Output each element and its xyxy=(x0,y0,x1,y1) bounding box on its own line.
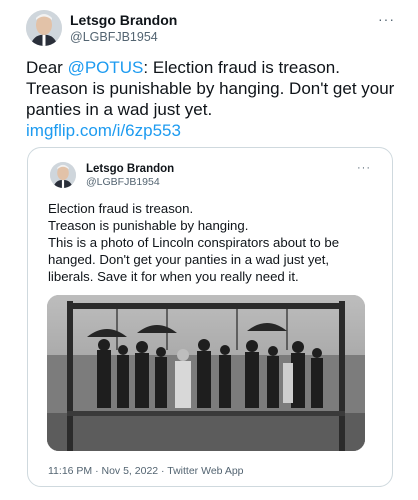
author-avatar[interactable] xyxy=(26,10,62,46)
tweet-link[interactable]: imgflip.com/i/6zp553 xyxy=(26,120,181,141)
quote-photo[interactable] xyxy=(47,295,365,451)
more-dots-icon[interactable]: ··· xyxy=(378,12,395,26)
author-handle[interactable]: @LGBFJB1954 xyxy=(70,29,158,45)
tweet-text: Dear @POTUS: Election fraud is treason. … xyxy=(26,57,398,120)
quote-author-name[interactable]: Letsgo Brandon xyxy=(86,162,174,176)
author-name[interactable]: Letsgo Brandon xyxy=(70,12,177,29)
quote-timestamp[interactable]: 11:16 PM · Nov 5, 2022 · Twitter Web App xyxy=(48,464,244,478)
more-dots-icon[interactable]: ··· xyxy=(357,163,371,174)
mention-link[interactable]: @POTUS xyxy=(68,58,144,77)
quote-author-handle[interactable]: @LGBFJB1954 xyxy=(86,176,160,189)
quote-text: Election fraud is treason. Treason is pu… xyxy=(48,201,340,284)
quote-author-avatar[interactable] xyxy=(50,162,76,188)
tweet-text-prefix: Dear xyxy=(26,58,68,77)
